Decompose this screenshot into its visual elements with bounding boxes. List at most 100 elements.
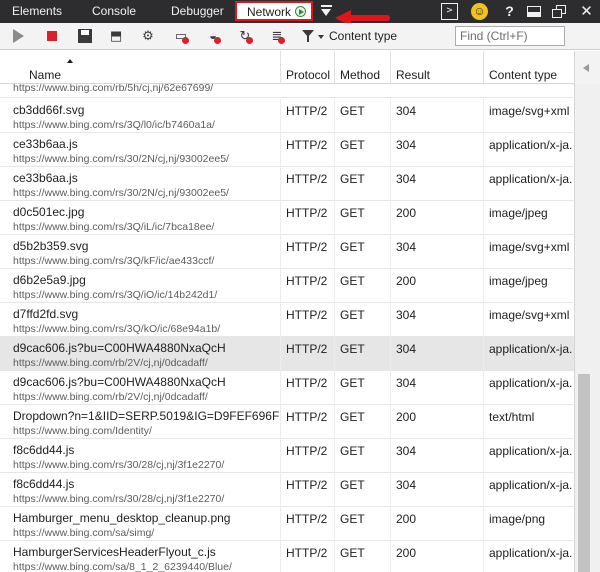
request-url: https://www.bing.com/rs/3Q/iO/ic/14b242d… [13,289,218,301]
more-tabs-dropdown-icon[interactable] [321,5,332,18]
clear-entries-icon[interactable]: ▭ [173,28,189,44]
start-profiling-icon[interactable] [10,28,26,44]
help-icon[interactable]: ? [501,3,518,20]
request-method: GET [340,512,365,526]
cell-type: application/x-ja... [484,167,574,201]
always-refresh-icon[interactable]: ↻ [237,28,253,44]
column-header-name[interactable]: Name [0,51,281,84]
chevron-down-icon [318,35,324,39]
find-input[interactable] [455,26,565,46]
request-protocol: HTTP/2 [286,444,328,458]
table-row[interactable]: cb3dd66f.svg https://www.bing.com/rs/3Q/l… [0,99,574,133]
export-har-icon[interactable] [77,28,93,44]
tab-console[interactable]: Console [92,0,136,23]
cell-protocol: HTTP/2 [281,235,335,269]
cell-name: d9cac606.js?bu=C00HWA4880NxaQcH https://w… [0,371,281,405]
cell-type: application/x-ja... [484,133,574,167]
vertical-scrollbar[interactable] [574,84,600,572]
cell-protocol: HTTP/2 [281,201,335,235]
request-method: GET [340,206,365,220]
tab-network[interactable]: Network [235,1,313,21]
dock-bottom-icon[interactable] [526,3,543,20]
cell-type: application/x-ja... [484,371,574,405]
request-method: GET [340,172,365,186]
stop-profiling-icon[interactable] [44,28,60,44]
column-header-content-type[interactable]: Content type [484,51,574,84]
table-row[interactable]: Dropdown?n=1&IID=SERP.5019&IG=D9FEF696F9… [0,405,574,439]
request-method: GET [340,138,365,152]
cell-name: HamburgerServicesHeaderFlyout_c.js https:… [0,541,281,572]
table-row[interactable]: f8c6dd44.js https://www.bing.com/rs/30/28… [0,439,574,473]
table-row[interactable]: ce33b6aa.js https://www.bing.com/rs/30/2N… [0,167,574,201]
cell-protocol: HTTP/2 [281,405,335,439]
table-row[interactable]: d9cac606.js?bu=C00HWA4880NxaQcH https://w… [0,337,574,371]
cell-method: GET [335,303,391,337]
table-row[interactable]: Hamburger_menu_desktop_cleanup.png https:… [0,507,574,541]
feedback-smiley-icon[interactable]: ☺ [471,3,488,20]
table-row[interactable]: f8c6dd44.js https://www.bing.com/rs/30/28… [0,473,574,507]
cell-protocol: HTTP/2 [281,337,335,371]
cell-name: f8c6dd44.js https://www.bing.com/rs/30/28… [0,473,281,507]
close-icon[interactable]: ✕ [578,3,595,20]
cell-method: GET [335,269,391,303]
recording-play-icon [295,6,306,17]
table-row[interactable]: d5b2b359.svg https://www.bing.com/rs/3Q/k… [0,235,574,269]
clear-cookies-icon[interactable]: ◒ [205,28,221,44]
request-name: ce33b6aa.js [13,137,78,151]
request-type: image/svg+xml [489,104,570,118]
table-row[interactable]: d7ffd2fd.svg https://www.bing.com/rs/3Q/k… [0,303,574,337]
cell-method: GET [335,405,391,439]
request-url: https://www.bing.com/rb/2V/cj,nj/0dcadaf… [13,357,208,369]
column-header-method[interactable]: Method [335,51,391,84]
table-row[interactable]: d9cac606.js?bu=C00HWA4880NxaQcH https://w… [0,371,574,405]
column-header-protocol[interactable]: Protocol [281,51,335,84]
table-row[interactable]: d0c501ec.jpg https://www.bing.com/rs/3Q/i… [0,201,574,235]
cell-type: application/x-ja... [484,337,574,371]
cell-name: Dropdown?n=1&IID=SERP.5019&IG=D9FEF696F9… [0,405,281,439]
clear-session-icon[interactable]: ≣ [269,28,285,44]
network-toolbar: ⬒ ⚙ ▭ ◒ ↻ ≣ Content type [0,23,600,50]
scrollbar-thumb[interactable] [578,374,590,572]
request-url: https://www.bing.com/Identity/ [13,425,152,437]
request-protocol: HTTP/2 [286,172,328,186]
tab-elements[interactable]: Elements [12,0,62,23]
table-row[interactable]: HamburgerServicesHeaderFlyout_c.js https:… [0,541,574,572]
request-result: 304 [396,342,417,356]
request-protocol: HTTP/2 [286,410,328,424]
tab-debugger[interactable]: Debugger [171,0,224,23]
cell-protocol: HTTP/2 [281,507,335,541]
request-method: GET [340,308,365,322]
console-panel-icon[interactable]: > [441,3,458,20]
request-url: https://www.bing.com/rs/30/28/cj,nj/3f1e… [13,493,225,505]
request-url: https://www.bing.com/rs/30/28/cj,nj/3f1e… [13,459,225,471]
column-header-content-type-label: Content type [489,68,558,82]
request-method: GET [340,342,365,356]
grid-header: Name Protocol Method Result Content type [0,51,600,84]
request-type: application/x-ja... [489,342,573,356]
undock-window-icon[interactable] [551,3,568,20]
cell-protocol: HTTP/2 [281,541,335,572]
request-protocol: HTTP/2 [286,376,328,390]
cell-protocol: HTTP/2 [281,133,335,167]
request-url: https://www.bing.com/rs/30/2N/cj,nj/9300… [13,153,229,165]
scroll-left-icon[interactable] [574,51,600,84]
request-type: application/x-ja... [489,172,573,186]
request-type: image/png [489,512,546,526]
request-protocol: HTTP/2 [286,342,328,356]
import-har-icon[interactable]: ⬒ [108,28,124,44]
request-name: d9cac606.js?bu=C00HWA4880NxaQcH [13,375,226,389]
clear-cache-icon[interactable]: ⚙ [140,28,156,44]
request-protocol: HTTP/2 [286,478,328,492]
request-url: https://www.bing.com/rb/2V/cj,nj/0dcadaf… [13,391,208,403]
table-row[interactable]: d6b2e5a9.jpg https://www.bing.com/rs/3Q/i… [0,269,574,303]
cell-type: application/x-ja... [484,473,574,507]
column-header-result[interactable]: Result [391,51,484,84]
request-url: https://www.bing.com/rs/3Q/kO/ic/68e94a1… [13,323,221,335]
cell-type: text/html [484,405,574,439]
table-row[interactable]: ce33b6aa.js https://www.bing.com/rs/30/2N… [0,133,574,167]
cell-result: 304 [391,167,484,201]
column-header-result-label: Result [396,68,431,82]
table-row-partial[interactable]: https://www.bing.com/rb/5h/cj,nj/62e6769… [0,84,574,98]
cell-protocol: HTTP/2 [281,473,335,507]
content-type-filter[interactable]: Content type [302,26,422,46]
